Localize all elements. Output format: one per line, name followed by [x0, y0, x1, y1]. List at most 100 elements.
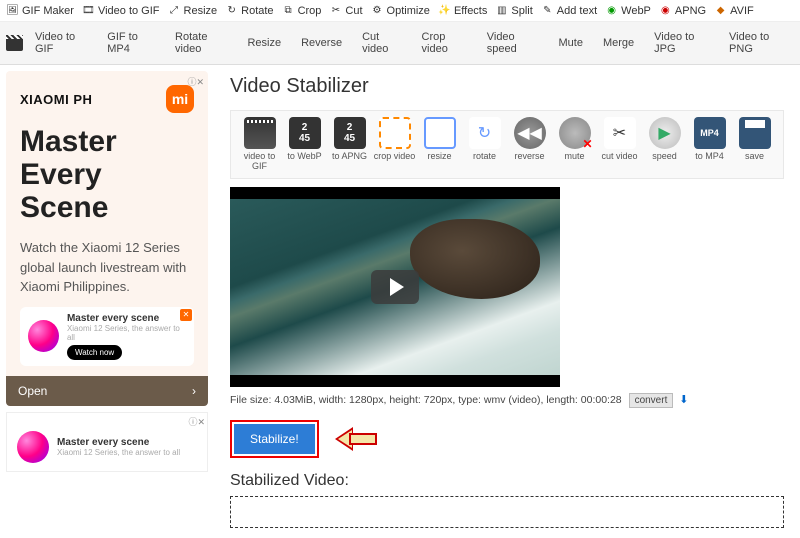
ad-brand: XIAOMI PH: [20, 92, 92, 107]
ad-close-icon[interactable]: ⓘ✕: [187, 75, 204, 88]
secnav-merge[interactable]: Merge: [595, 33, 642, 53]
xiaomi-logo-icon: mi: [166, 85, 194, 113]
stabilize-row: Stabilize!: [230, 420, 784, 458]
secnav-reverse[interactable]: Reverse: [293, 33, 350, 53]
secnav-crop-video[interactable]: Crop video: [414, 27, 475, 59]
highlight-box: Stabilize!: [230, 420, 319, 458]
nav-split[interactable]: ▥Split: [495, 4, 532, 17]
speed-icon: ▶: [649, 117, 681, 149]
tool-mute[interactable]: mute: [552, 117, 597, 172]
secnav-rotate-video[interactable]: Rotate video: [167, 27, 235, 59]
text-icon: ✎: [541, 4, 554, 17]
ad-card-sub: Xiaomi 12 Series, the answer to all: [57, 448, 180, 457]
file-info: File size: 4.03MiB, width: 1280px, heigh…: [230, 393, 784, 406]
ad-orb-icon: [17, 431, 49, 463]
clapper-icon: [6, 35, 23, 51]
tool-to-apng[interactable]: 245to APNG: [327, 117, 372, 172]
download-icon[interactable]: ⬇: [679, 394, 688, 406]
ad-main[interactable]: ⓘ✕ XIAOMI PH mi Master Every Scene Watch…: [6, 71, 208, 406]
tool-resize[interactable]: resize: [417, 117, 462, 172]
secnav-video-speed[interactable]: Video speed: [479, 27, 547, 59]
ad-card[interactable]: ✕ Master every scene Xiaomi 12 Series, t…: [20, 307, 194, 366]
nav-rotate[interactable]: ↻Rotate: [225, 4, 273, 17]
secondary-nav: Video to GIF GIF to MP4 Rotate video Res…: [0, 22, 800, 65]
secnav-mute[interactable]: Mute: [551, 33, 591, 53]
nav-webp[interactable]: ◉WebP: [605, 4, 651, 17]
film-icon: [244, 117, 276, 149]
tool-cut-video[interactable]: ✂cut video: [597, 117, 642, 172]
rotate-icon: ↻: [225, 4, 238, 17]
secnav-video-to-png[interactable]: Video to PNG: [721, 27, 794, 59]
reverse-icon: ◀◀: [514, 117, 546, 149]
ad-footer[interactable]: Open ›: [6, 376, 208, 406]
video-preview[interactable]: [230, 187, 560, 387]
tool-save[interactable]: save: [732, 117, 777, 172]
rock-shape: [410, 219, 540, 299]
nav-effects[interactable]: ✨Effects: [438, 4, 487, 17]
clapper-icon: 245: [289, 117, 321, 149]
secnav-gif-to-mp4[interactable]: GIF to MP4: [99, 27, 163, 59]
save-icon: [739, 117, 771, 149]
optimize-icon: ⚙: [371, 4, 384, 17]
nav-apng[interactable]: ◉APNG: [659, 4, 706, 17]
tool-speed[interactable]: ▶speed: [642, 117, 687, 172]
clapper-icon: 245: [334, 117, 366, 149]
mp4-icon: MP4: [694, 117, 726, 149]
arrow-annotation-icon: [335, 427, 381, 451]
ad-mini-close-icon[interactable]: ✕: [180, 309, 192, 321]
tool-to-mp4[interactable]: MP4to MP4: [687, 117, 732, 172]
nav-resize[interactable]: ⤢Resize: [168, 4, 218, 17]
image-icon: 🖼: [6, 4, 19, 17]
resize-icon: ⤢: [168, 4, 181, 17]
secnav-resize[interactable]: Resize: [239, 33, 289, 53]
rotate-icon: ↻: [469, 117, 501, 149]
resize-icon: [424, 117, 456, 149]
tool-row: video to GIF 245to WebP 245to APNG crop …: [230, 110, 784, 179]
tool-video-to-gif[interactable]: video to GIF: [237, 117, 282, 172]
nav-cut[interactable]: ✂Cut: [329, 4, 362, 17]
ad-title: Master Every Scene: [20, 125, 194, 224]
page-title: Video Stabilizer: [230, 75, 784, 98]
scissors-icon: ✂: [604, 117, 636, 149]
top-nav: 🖼GIF Maker 🎞Video to GIF ⤢Resize ↻Rotate…: [0, 0, 800, 22]
stabilize-button[interactable]: Stabilize!: [234, 424, 315, 454]
ad-card-title: Master every scene: [67, 313, 186, 324]
ad-watch-button[interactable]: Watch now: [67, 345, 122, 360]
chevron-right-icon: ›: [192, 384, 196, 398]
sidebar: ⓘ✕ XIAOMI PH mi Master Every Scene Watch…: [0, 65, 214, 538]
avif-icon: ◆: [714, 4, 727, 17]
cut-icon: ✂: [329, 4, 342, 17]
nav-video-to-gif[interactable]: 🎞Video to GIF: [82, 4, 160, 17]
nav-crop[interactable]: ⧉Crop: [282, 4, 322, 17]
tool-crop-video[interactable]: crop video: [372, 117, 417, 172]
tool-reverse[interactable]: ◀◀reverse: [507, 117, 552, 172]
tool-to-webp[interactable]: 245to WebP: [282, 117, 327, 172]
ad-text: Watch the Xiaomi 12 Series global launch…: [20, 238, 194, 297]
crop-icon: [379, 117, 411, 149]
webp-icon: ◉: [605, 4, 618, 17]
secnav-video-to-gif[interactable]: Video to GIF: [27, 27, 95, 59]
ad-open-label: Open: [18, 384, 47, 398]
ad-card-title: Master every scene: [57, 437, 180, 448]
secnav-video-to-jpg[interactable]: Video to JPG: [646, 27, 717, 59]
split-icon: ▥: [495, 4, 508, 17]
output-dropzone: [230, 496, 784, 528]
apng-icon: ◉: [659, 4, 672, 17]
ad-close-icon[interactable]: ⓘ✕: [188, 415, 205, 428]
stabilized-heading: Stabilized Video:: [230, 472, 784, 490]
tool-rotate[interactable]: ↻rotate: [462, 117, 507, 172]
crop-icon: ⧉: [282, 4, 295, 17]
nav-optimize[interactable]: ⚙Optimize: [371, 4, 430, 17]
ad-card-sub: Xiaomi 12 Series, the answer to all: [67, 324, 186, 342]
nav-gif-maker[interactable]: 🖼GIF Maker: [6, 4, 74, 17]
nav-avif[interactable]: ◆AVIF: [714, 4, 754, 17]
play-button-icon[interactable]: [371, 270, 419, 304]
effects-icon: ✨: [438, 4, 451, 17]
secnav-cut-video[interactable]: Cut video: [354, 27, 409, 59]
film-icon: 🎞: [82, 4, 95, 17]
ad-secondary[interactable]: ⓘ✕ Master every scene Xiaomi 12 Series, …: [6, 412, 208, 472]
nav-add-text[interactable]: ✎Add text: [541, 4, 597, 17]
mute-icon: [559, 117, 591, 149]
content: Video Stabilizer video to GIF 245to WebP…: [214, 65, 800, 538]
convert-button[interactable]: convert: [629, 393, 674, 408]
